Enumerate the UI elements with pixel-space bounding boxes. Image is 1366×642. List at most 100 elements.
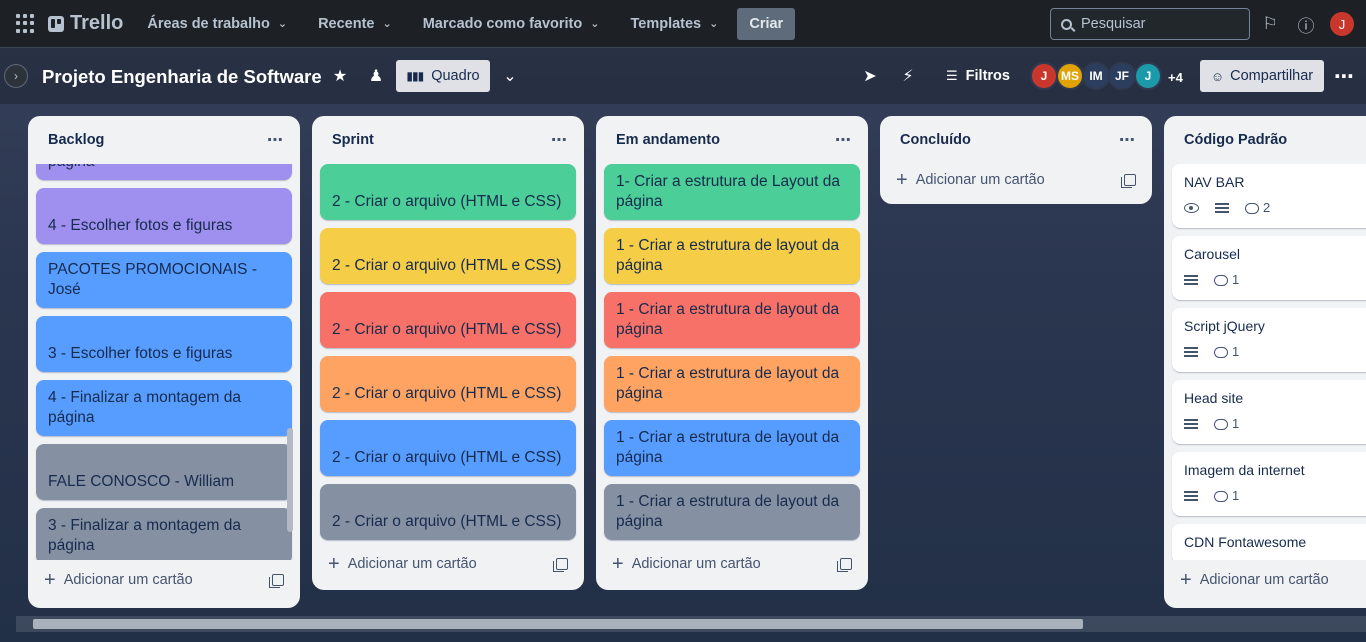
add-card-button[interactable]: + Adicionar um cartão (1164, 560, 1366, 600)
list-menu-icon[interactable]: ⋯ (551, 130, 568, 150)
card[interactable]: 2 - Criar o arquivo (HTML e CSS) (320, 228, 576, 284)
card[interactable]: 2 - Criar o arquivo (HTML e CSS) (320, 292, 576, 348)
list-title[interactable]: Sprint (332, 132, 374, 148)
nav-item-label: Áreas de trabalho (147, 15, 270, 32)
card[interactable]: NAV BAR 2 (1172, 164, 1366, 228)
chevron-down-icon: ⌄ (382, 18, 392, 30)
description-badge (1215, 203, 1233, 213)
nav-starred-button[interactable]: Marcado como favorito ⌄ (415, 8, 608, 40)
workspace-visible-icon[interactable]: ♟ (364, 64, 388, 88)
list-menu-icon[interactable]: ⋯ (835, 130, 852, 150)
plus-icon: + (612, 552, 624, 575)
trello-logo[interactable]: Trello (48, 12, 123, 35)
list-backlog: Backlog ⋯ página 4 - Escolher fotos e fi… (28, 116, 300, 608)
card[interactable]: Script jQuery 1 (1172, 308, 1366, 372)
card[interactable]: 4 - Finalizar a montagem da página (36, 380, 292, 436)
filter-icon: ☰ (946, 68, 958, 83)
card[interactable]: página (36, 164, 292, 180)
board-menu-icon[interactable]: ⋯ (1334, 64, 1355, 89)
list-title[interactable]: Backlog (48, 132, 104, 148)
star-icon[interactable]: ★ (328, 64, 352, 88)
add-card-label: Adicionar um cartão (347, 556, 477, 572)
list-sprint: Sprint ⋯ 2 - Criar o arquivo (HTML e CSS… (312, 116, 584, 590)
nav-recent-button[interactable]: Recente ⌄ (310, 8, 400, 40)
card[interactable]: 3 - Escolher fotos e figuras (36, 316, 292, 372)
comments-badge: 1 (1214, 270, 1239, 290)
card[interactable]: Imagem da internet 1 (1172, 452, 1366, 516)
add-card-button[interactable]: + Adicionar um cartão (596, 544, 868, 584)
card[interactable]: 3 - Finalizar a montagem da página (36, 508, 292, 560)
card-list: 1- Criar a estrutura de Layout da página… (596, 164, 868, 540)
add-card-label: Adicionar um cartão (1199, 572, 1329, 588)
list-title[interactable]: Concluído (900, 132, 971, 148)
add-card-label: Adicionar um cartão (63, 572, 193, 588)
list-scrollbar[interactable] (286, 166, 294, 556)
list-title[interactable]: Em andamento (616, 132, 720, 148)
comments-badge: 1 (1214, 342, 1239, 362)
card[interactable]: 4 - Escolher fotos e figuras (36, 188, 292, 244)
filters-button[interactable]: ☰ Filtros (946, 68, 1010, 84)
create-from-template-icon[interactable] (1121, 174, 1136, 188)
board-view-label: Quadro (431, 68, 480, 84)
automation-icon[interactable]: ⚡ (896, 64, 920, 88)
chevron-down-icon[interactable]: ⌄ (498, 64, 522, 88)
share-button[interactable]: ☺ Compartilhar (1200, 60, 1324, 92)
app-switcher-icon[interactable] (16, 13, 36, 34)
card[interactable]: 2 - Criar o arquivo (HTML e CSS) (320, 356, 576, 412)
megaphone-icon[interactable]: ⚐ (1258, 12, 1282, 36)
board-view-button[interactable]: ▮▮▮ Quadro (396, 60, 490, 92)
member-avatar[interactable]: MS (1056, 62, 1084, 90)
card[interactable]: 1 - Criar a estrutura de layout da págin… (604, 228, 860, 284)
chevron-down-icon: ⌄ (590, 18, 600, 30)
create-from-template-icon[interactable] (553, 558, 568, 572)
nav-workspaces-button[interactable]: Áreas de trabalho ⌄ (139, 8, 295, 40)
comments-badge: 1 (1214, 414, 1239, 434)
card[interactable]: 1 - Criar a estrutura de layout da págin… (604, 356, 860, 412)
card[interactable]: 2 - Criar o arquivo (HTML e CSS) (320, 164, 576, 220)
card[interactable]: FALE CONOSCO - William (36, 444, 292, 500)
board-horizontal-scrollbar[interactable] (16, 616, 1366, 632)
card[interactable]: CDN Fontawesome (1172, 524, 1366, 560)
card[interactable]: Head site 1 (1172, 380, 1366, 444)
sidebar-toggle-icon[interactable]: › (4, 64, 28, 88)
member-avatar[interactable]: JF (1108, 62, 1136, 90)
board-title[interactable]: Projeto Engenharia de Software (42, 66, 322, 88)
add-card-button[interactable]: + Adicionar um cartão (312, 544, 584, 584)
help-icon[interactable]: ⓘ (1294, 12, 1318, 36)
nav-templates-button[interactable]: Templates ⌄ (622, 8, 726, 40)
card[interactable]: PACOTES PROMOCIONAIS - José (36, 252, 292, 308)
card[interactable]: 1 - Criar a estrutura de layout da págin… (604, 292, 860, 348)
create-from-template-icon[interactable] (837, 558, 852, 572)
trello-logo-icon (48, 15, 64, 32)
description-badge (1184, 347, 1202, 357)
member-avatar[interactable]: J (1030, 62, 1058, 90)
list-menu-icon[interactable]: ⋯ (1119, 130, 1136, 150)
comment-count: 1 (1232, 488, 1240, 503)
share-label: Compartilhar (1230, 68, 1314, 84)
description-icon (1184, 275, 1198, 285)
nav-menu: Áreas de trabalho ⌄ Recente ⌄ Marcado como… (139, 7, 796, 40)
scrollbar-thumb[interactable] (33, 619, 1083, 629)
create-from-template-icon[interactable] (269, 574, 284, 588)
add-card-button[interactable]: + Adicionar um cartão (28, 560, 300, 600)
search-input[interactable]: Pesquisar (1050, 8, 1250, 40)
scrollbar-thumb[interactable] (287, 428, 293, 532)
eye-icon (1184, 203, 1199, 213)
member-avatar[interactable]: J (1134, 62, 1162, 90)
add-card-button[interactable]: + Adicionar um cartão (880, 160, 1152, 200)
card[interactable]: 2 - Criar o arquivo (HTML e CSS) (320, 484, 576, 540)
comment-icon (1214, 274, 1228, 286)
card[interactable]: 1 - Criar a estrutura de layout da págin… (604, 420, 860, 476)
user-avatar[interactable]: J (1330, 12, 1354, 36)
card[interactable]: 2 - Criar o arquivo (HTML e CSS) (320, 420, 576, 476)
card[interactable]: 1- Criar a estrutura de Layout da página (604, 164, 860, 220)
card[interactable]: Carousel 1 (1172, 236, 1366, 300)
more-members-count[interactable]: +4 (1168, 70, 1183, 85)
filters-label: Filtros (965, 68, 1010, 84)
create-button[interactable]: Criar (737, 7, 796, 40)
card[interactable]: 1 - Criar a estrutura de layout da págin… (604, 484, 860, 540)
power-ups-icon[interactable]: ➤ (858, 64, 882, 88)
list-menu-icon[interactable]: ⋯ (267, 130, 284, 150)
list-title[interactable]: Código Padrão (1184, 132, 1287, 148)
member-avatar[interactable]: IM (1082, 62, 1110, 90)
